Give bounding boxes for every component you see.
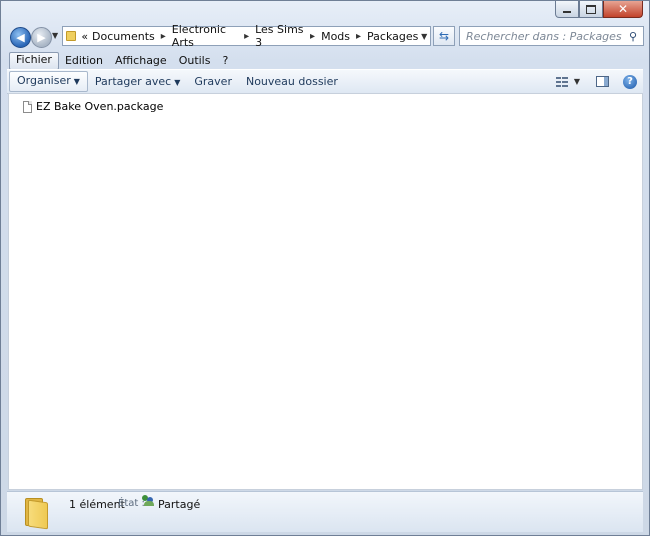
close-button[interactable]: ✕ [603, 1, 643, 18]
breadcrumb-mods[interactable]: Mods [321, 30, 350, 43]
search-input[interactable]: Rechercher dans : Packages [460, 30, 629, 43]
address-bar[interactable]: « Documents ▸ Electronic Arts ▸ Les Sims… [62, 23, 431, 49]
chevron-down-icon: ▼ [174, 78, 181, 87]
burn-button[interactable]: Graver [187, 72, 239, 91]
preview-pane-icon[interactable] [596, 76, 609, 87]
organize-button[interactable]: Organiser ▼ [9, 71, 88, 92]
caption-buttons: ✕ [555, 1, 643, 18]
chevron-down-icon: ▼ [73, 77, 80, 86]
breadcrumb-separator-icon[interactable]: ▸ [356, 31, 361, 42]
forward-arrow-icon: ▶ [37, 31, 46, 44]
breadcrumb-electronic-arts[interactable]: Electronic Arts [172, 23, 238, 49]
breadcrumb-packages[interactable]: Packages [367, 30, 418, 43]
list-item[interactable]: EZ Bake Oven.package [23, 100, 163, 113]
help-icon[interactable]: ? [623, 74, 637, 89]
breadcrumb-les-sims-3[interactable]: Les Sims 3 [255, 23, 304, 49]
address-dropdown-icon[interactable]: ▼ [418, 32, 430, 41]
view-options-icon[interactable] [555, 76, 568, 88]
recent-pages-dropdown[interactable]: ▼ [52, 31, 58, 40]
menu-view[interactable]: Affichage [109, 53, 173, 69]
breadcrumb-separator-icon[interactable]: ▸ [310, 31, 315, 42]
file-list[interactable]: EZ Bake Oven.package [8, 93, 643, 490]
maximize-icon [586, 4, 596, 14]
forward-button[interactable]: ▶ [31, 27, 52, 48]
folder-icon [66, 31, 77, 41]
file-name: EZ Bake Oven.package [36, 100, 164, 113]
new-folder-button[interactable]: Nouveau dossier [239, 72, 345, 91]
menu-bar: Fichier Edition Affichage Outils ? [9, 51, 234, 70]
minimize-icon [563, 11, 571, 13]
share-with-button[interactable]: Partager avec ▼ [88, 72, 187, 91]
share-with-label: Partager avec [94, 75, 172, 88]
command-bar: Organiser ▼ Partager avec ▼ Graver Nouveau… [7, 69, 643, 94]
back-button[interactable]: ◀ [10, 27, 31, 48]
menu-help[interactable]: ? [216, 53, 234, 69]
view-options-dropdown-icon[interactable]: ▼ [574, 77, 580, 86]
breadcrumb-separator-icon[interactable]: ▸ [244, 31, 249, 42]
maximize-button[interactable] [579, 1, 603, 18]
explorer-window: ✕ ◀ ▶ ▼ « Documents ▸ Electronic Arts ▸ … [0, 0, 650, 536]
menu-file[interactable]: Fichier [9, 51, 59, 70]
refresh-icon: ⇆ [438, 29, 450, 43]
search-icon[interactable]: ⚲ [629, 30, 643, 43]
close-icon: ✕ [617, 2, 629, 16]
item-count: 1 élément [69, 498, 125, 511]
menu-edit[interactable]: Edition [59, 53, 109, 69]
state-label: État : [118, 498, 145, 509]
navigation-bar: ◀ ▶ ▼ « Documents ▸ Electronic Arts ▸ Le… [8, 23, 644, 49]
address-overflow-chevron[interactable]: « [81, 30, 88, 43]
shared-users-icon [142, 495, 156, 507]
menu-tools[interactable]: Outils [173, 53, 217, 69]
state-value: Partagé [158, 498, 201, 511]
minimize-button[interactable] [555, 1, 579, 18]
search-box[interactable]: Rechercher dans : Packages ⚲ [459, 26, 644, 46]
breadcrumb-documents[interactable]: Documents [92, 30, 155, 43]
folder-icon [22, 498, 48, 530]
document-icon [23, 100, 32, 113]
back-arrow-icon: ◀ [16, 31, 25, 44]
organize-label: Organiser [17, 74, 71, 87]
details-pane: 1 élément État : Partagé [7, 491, 643, 532]
breadcrumb-separator-icon[interactable]: ▸ [161, 31, 166, 42]
refresh-button[interactable]: ⇆ [433, 26, 455, 46]
